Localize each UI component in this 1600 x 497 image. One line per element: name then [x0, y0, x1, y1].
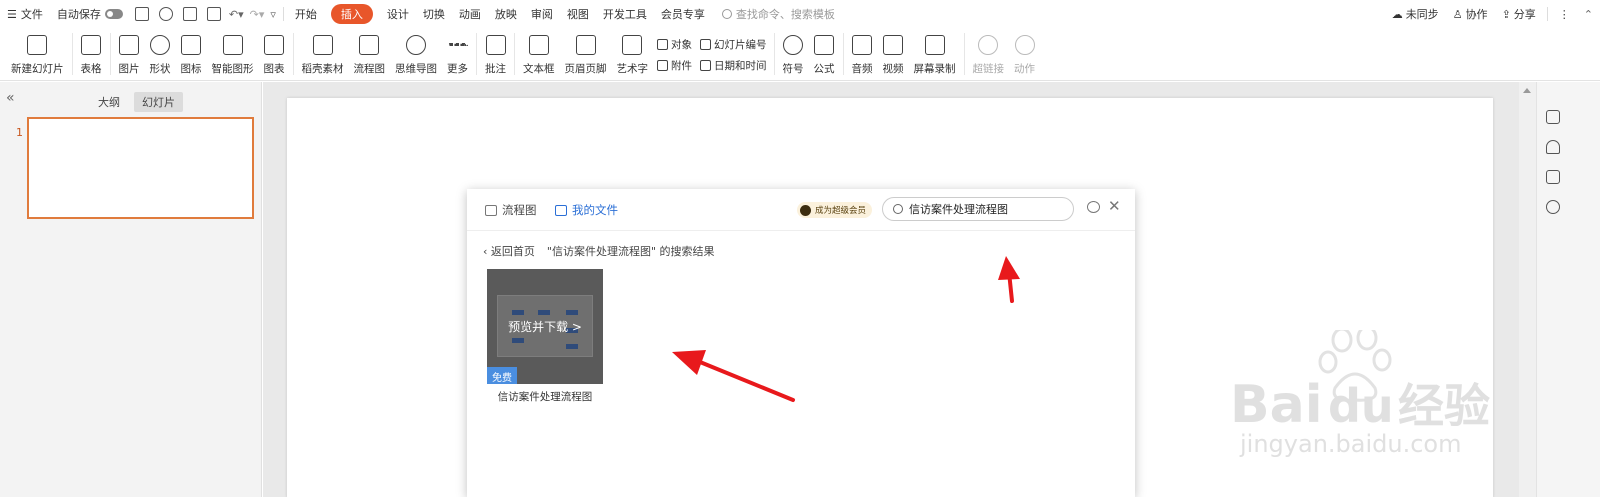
watermark-url: jingyan.baidu.com	[1239, 430, 1461, 458]
baidu-jingyan-watermark: Bai du 经验 jingyan.baidu.com	[1230, 330, 1490, 458]
arrow-to-template-card	[672, 350, 795, 402]
watermark-du: du	[1328, 379, 1394, 433]
watermark-brand: Bai	[1230, 375, 1323, 435]
arrow-to-search-box	[998, 256, 1020, 303]
watermark-cn: 经验	[1398, 379, 1490, 433]
